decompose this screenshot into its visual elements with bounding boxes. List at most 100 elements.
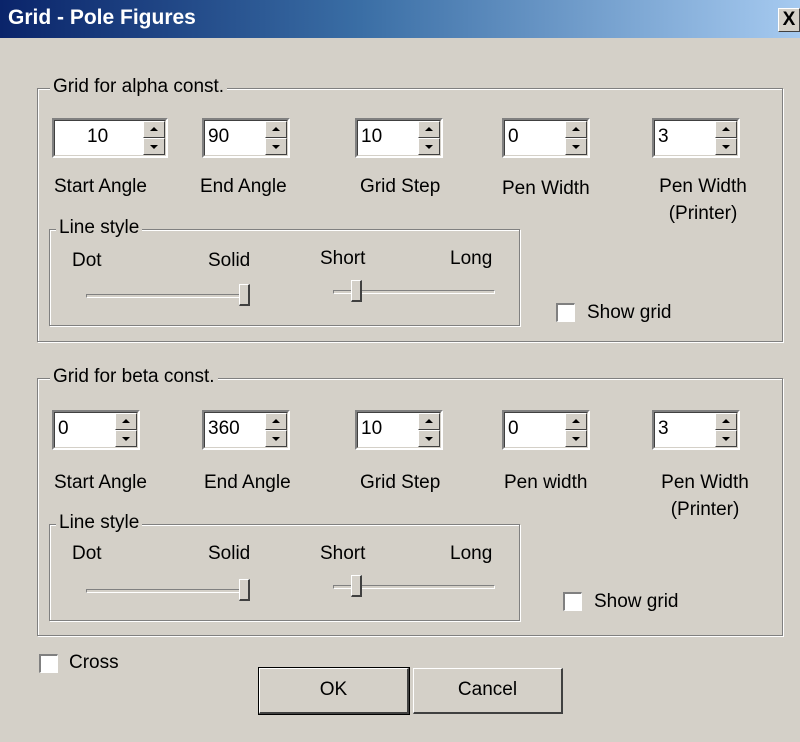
beta-short-label: Short — [320, 543, 366, 564]
beta-solid-label: Solid — [208, 543, 251, 564]
arrow-up-icon — [722, 419, 730, 423]
beta-dot-label: Dot — [72, 543, 102, 564]
arrow-up-icon — [272, 419, 280, 423]
title-bar[interactable]: Grid - Pole Figures X — [0, 0, 800, 38]
cancel-button[interactable]: Cancel — [413, 668, 563, 714]
beta-pen-width-printer-up[interactable] — [715, 413, 737, 430]
beta-end-angle-up[interactable] — [265, 413, 287, 430]
alpha-group-label: Grid for alpha const. — [50, 76, 228, 98]
beta-pen-width-value[interactable]: 0 — [508, 418, 519, 440]
alpha-grid-step-value[interactable]: 10 — [361, 126, 382, 148]
alpha-pen-width-printer-value[interactable]: 3 — [658, 126, 669, 148]
cross-checkbox[interactable] — [39, 654, 58, 673]
alpha-end-angle-down[interactable] — [265, 138, 287, 155]
alpha-dot-label: Dot — [72, 250, 102, 271]
alpha-end-angle-up[interactable] — [265, 121, 287, 138]
arrow-up-icon — [722, 127, 730, 131]
arrow-up-icon — [572, 127, 580, 131]
arrow-up-icon — [150, 127, 158, 131]
alpha-show-grid-label[interactable]: Show grid — [587, 302, 672, 324]
alpha-pen-width-spinner[interactable]: 0 — [502, 118, 590, 158]
beta-grid-step-down[interactable] — [418, 430, 440, 447]
beta-show-grid-checkbox[interactable] — [563, 592, 582, 611]
beta-pen-width-down[interactable] — [565, 430, 587, 447]
dialog-window: Grid - Pole Figures X Grid for alpha con… — [0, 0, 800, 742]
beta-pen-width-label: Pen width — [504, 472, 588, 493]
arrow-down-icon — [150, 145, 158, 149]
arrow-up-icon — [572, 419, 580, 423]
beta-start-angle-spinner[interactable]: 0 — [52, 410, 140, 450]
alpha-pen-width-up[interactable] — [565, 121, 587, 138]
beta-group-label: Grid for beta const. — [50, 366, 218, 388]
cancel-button-label: Cancel — [457, 679, 518, 700]
beta-pen-width-printer-down[interactable] — [715, 430, 737, 447]
alpha-pen-width-label: Pen Width — [502, 178, 590, 199]
cross-label[interactable]: Cross — [69, 652, 119, 674]
arrow-down-icon — [425, 145, 433, 149]
beta-grid-step-spinner[interactable]: 10 — [355, 410, 443, 450]
alpha-pen-width-printer-label-line1: Pen Width — [659, 176, 747, 197]
arrow-down-icon — [572, 145, 580, 149]
beta-line-style-label: Line style — [56, 512, 143, 534]
slider-thumb[interactable] — [239, 579, 250, 601]
ok-button-label: OK — [319, 679, 348, 700]
beta-pen-width-printer-label-line1: Pen Width — [661, 472, 749, 493]
beta-pen-width-up[interactable] — [565, 413, 587, 430]
alpha-grid-step-down[interactable] — [418, 138, 440, 155]
slider-thumb[interactable] — [351, 575, 363, 597]
beta-end-angle-spinner[interactable]: 360 — [202, 410, 290, 450]
alpha-pen-width-down[interactable] — [565, 138, 587, 155]
alpha-start-angle-up[interactable] — [143, 121, 165, 138]
arrow-down-icon — [722, 437, 730, 441]
alpha-grid-step-label: Grid Step — [360, 176, 441, 197]
beta-start-angle-up[interactable] — [115, 413, 137, 430]
alpha-end-angle-value[interactable]: 90 — [208, 126, 229, 148]
alpha-pen-width-printer-down[interactable] — [715, 138, 737, 155]
beta-start-angle-label: Start Angle — [54, 472, 147, 493]
beta-start-angle-value[interactable]: 0 — [58, 418, 69, 440]
alpha-line-style-label: Line style — [56, 217, 143, 239]
alpha-short-long-slider[interactable] — [333, 278, 495, 308]
beta-short-long-slider[interactable] — [333, 573, 495, 603]
arrow-down-icon — [722, 145, 730, 149]
beta-pen-width-printer-value[interactable]: 3 — [658, 418, 669, 440]
arrow-down-icon — [122, 437, 130, 441]
beta-grid-step-value[interactable]: 10 — [361, 418, 382, 440]
beta-pen-width-printer-spinner[interactable]: 3 — [652, 410, 740, 450]
alpha-start-angle-spinner[interactable]: 10 — [52, 118, 168, 158]
arrow-up-icon — [122, 419, 130, 423]
beta-pen-width-spinner[interactable]: 0 — [502, 410, 590, 450]
alpha-grid-step-up[interactable] — [418, 121, 440, 138]
alpha-long-label: Long — [450, 248, 493, 269]
arrow-up-icon — [425, 127, 433, 131]
window-title: Grid - Pole Figures — [8, 6, 196, 29]
alpha-show-grid-checkbox[interactable] — [556, 303, 575, 322]
slider-track — [86, 294, 250, 298]
alpha-dot-solid-slider[interactable] — [86, 282, 250, 312]
beta-end-angle-down[interactable] — [265, 430, 287, 447]
beta-end-angle-value[interactable]: 360 — [208, 418, 240, 440]
alpha-grid-step-spinner[interactable]: 10 — [355, 118, 443, 158]
slider-thumb[interactable] — [351, 280, 363, 302]
alpha-pen-width-value[interactable]: 0 — [508, 126, 519, 148]
alpha-pen-width-printer-up[interactable] — [715, 121, 737, 138]
arrow-up-icon — [272, 127, 280, 131]
beta-show-grid-label[interactable]: Show grid — [594, 591, 679, 613]
ok-button[interactable]: OK — [258, 667, 410, 715]
slider-thumb[interactable] — [239, 284, 250, 306]
close-icon: X — [782, 9, 796, 30]
alpha-solid-label: Solid — [208, 250, 251, 271]
beta-grid-step-label: Grid Step — [360, 472, 441, 493]
beta-end-angle-label: End Angle — [204, 472, 291, 493]
alpha-short-label: Short — [320, 248, 366, 269]
beta-start-angle-down[interactable] — [115, 430, 137, 447]
alpha-end-angle-spinner[interactable]: 90 — [202, 118, 290, 158]
beta-pen-width-printer-label-line2: (Printer) — [670, 499, 740, 520]
arrow-down-icon — [425, 437, 433, 441]
alpha-start-angle-down[interactable] — [143, 138, 165, 155]
beta-dot-solid-slider[interactable] — [86, 577, 250, 607]
alpha-pen-width-printer-spinner[interactable]: 3 — [652, 118, 740, 158]
close-button[interactable]: X — [778, 8, 800, 32]
beta-grid-step-up[interactable] — [418, 413, 440, 430]
alpha-start-angle-value[interactable]: 10 — [87, 126, 108, 148]
